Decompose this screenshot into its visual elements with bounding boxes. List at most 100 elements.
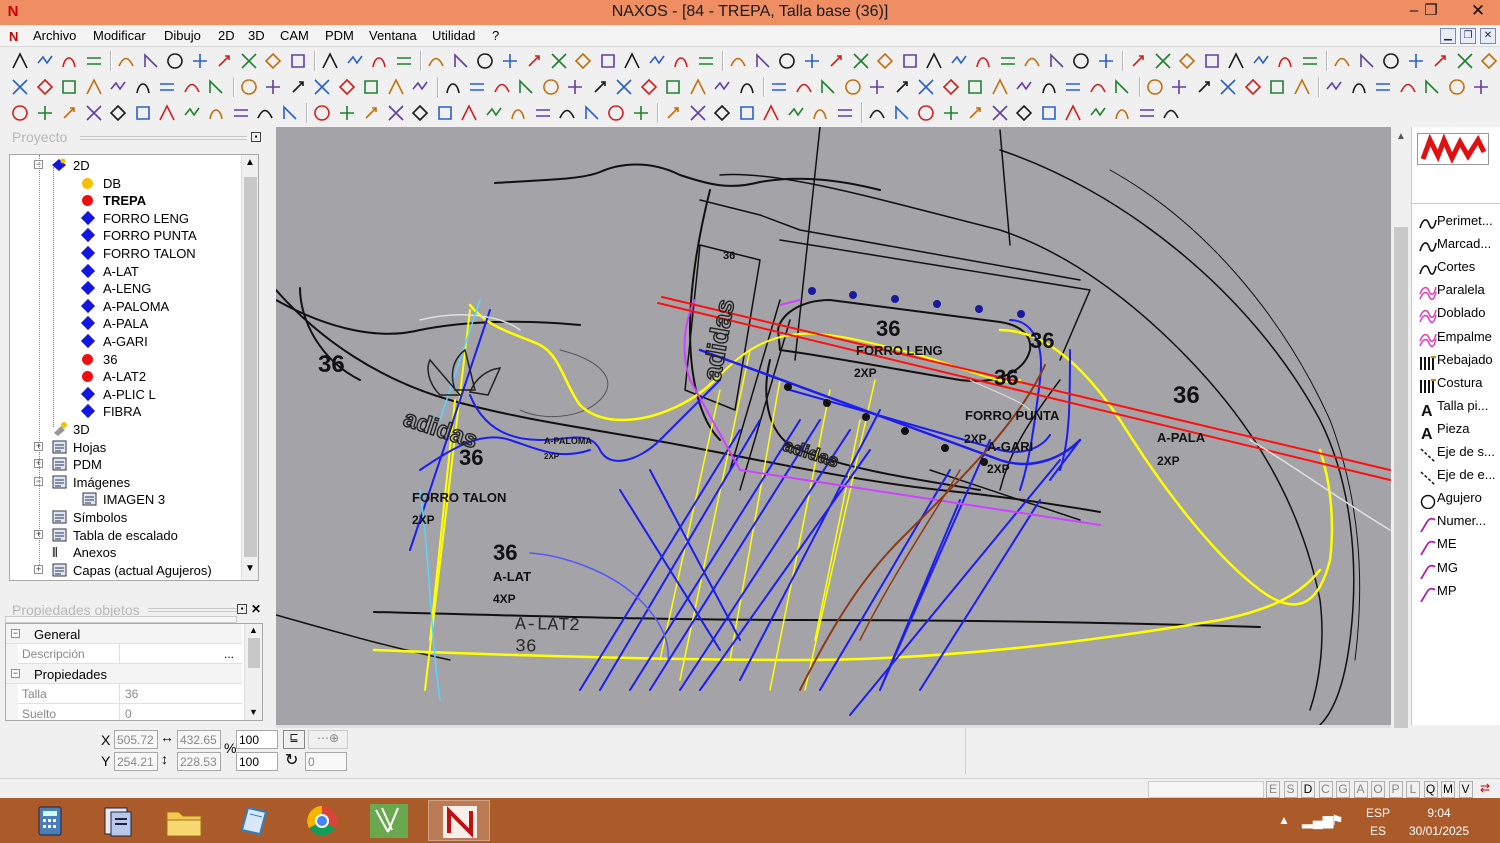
- toolbar-tool-icon[interactable]: [802, 51, 822, 71]
- toolbar-tool-icon[interactable]: [835, 103, 855, 123]
- y-coordinate-field[interactable]: 254.21: [114, 752, 158, 771]
- tool-talla-pi[interactable]: A Talla pi...: [1415, 395, 1500, 417]
- toolbar-tool-icon[interactable]: [769, 77, 789, 97]
- toolbar-tool-icon[interactable]: [508, 103, 528, 123]
- toolbar-tool-icon[interactable]: [369, 51, 389, 71]
- toolbar-tool-icon[interactable]: [973, 51, 993, 71]
- mdi-close-button[interactable]: ✕: [1480, 28, 1496, 44]
- tree-item[interactable]: A-GARI: [10, 333, 238, 350]
- menu-dibujo[interactable]: Dibujo: [164, 28, 201, 43]
- tree-item[interactable]: + Hojas: [10, 439, 238, 456]
- toolbar-tool-icon[interactable]: [990, 77, 1010, 97]
- toolbar-tool-icon[interactable]: [524, 51, 544, 71]
- input-language[interactable]: ESP: [1363, 806, 1393, 820]
- scroll-down-icon[interactable]: ▼: [249, 707, 258, 717]
- toolbar-tool-icon[interactable]: [916, 103, 936, 123]
- tree-item[interactable]: DB: [10, 175, 238, 192]
- tray-chevron-icon[interactable]: ▲: [1278, 813, 1290, 827]
- x-coordinate-field[interactable]: 505.72: [114, 730, 158, 749]
- toolbar-tool-icon[interactable]: [1275, 51, 1295, 71]
- menu-3d[interactable]: 3D: [248, 28, 265, 43]
- color-toggle-icon[interactable]: ⇄: [1474, 781, 1496, 798]
- mode-toggle-s[interactable]: S: [1283, 781, 1298, 798]
- toolbar-tool-icon[interactable]: [565, 77, 585, 97]
- toolbar-tool-icon[interactable]: [451, 51, 471, 71]
- toolbar-tool-icon[interactable]: [639, 77, 659, 97]
- toolbar-tool-icon[interactable]: [965, 103, 985, 123]
- toolbar-tool-icon[interactable]: [1292, 77, 1312, 97]
- toolbar-tool-icon[interactable]: [606, 103, 626, 123]
- toolbar-tool-icon[interactable]: [737, 77, 757, 97]
- menu-2d[interactable]: 2D: [218, 28, 235, 43]
- tree-item[interactable]: ⦀ Anexos: [10, 544, 238, 561]
- toolbar-tool-icon[interactable]: [133, 77, 153, 97]
- toolbar-tool-icon[interactable]: [157, 77, 177, 97]
- tool-mp[interactable]: MP: [1415, 580, 1500, 602]
- toolbar-tool-icon[interactable]: [475, 51, 495, 71]
- file-manager-app[interactable]: [87, 800, 149, 841]
- tree-item[interactable]: 3D: [10, 421, 238, 438]
- toolbar-tool-icon[interactable]: [688, 77, 708, 97]
- toolbar-tool-icon[interactable]: [1422, 77, 1442, 97]
- toolbar-tool-icon[interactable]: [1357, 51, 1377, 71]
- toolbar-tool-icon[interactable]: [941, 103, 961, 123]
- clock-time[interactable]: 9:04: [1406, 806, 1472, 820]
- toolbar-tool-icon[interactable]: [1039, 77, 1059, 97]
- toolbar-tool-icon[interactable]: [1137, 103, 1157, 123]
- toolbar-tool-icon[interactable]: [35, 77, 55, 97]
- ruler-icon[interactable]: ⊑: [283, 730, 305, 749]
- toolbar-tool-icon[interactable]: [794, 77, 814, 97]
- toolbar-tool-icon[interactable]: [1267, 77, 1287, 97]
- chrome-app[interactable]: [291, 800, 353, 841]
- toolbar-tool-icon[interactable]: [1153, 51, 1173, 71]
- expand-icon[interactable]: +: [34, 564, 43, 574]
- input-layout[interactable]: ES: [1363, 824, 1393, 838]
- panel-float-icon[interactable]: ▪: [237, 604, 247, 614]
- toolbar-tool-icon[interactable]: [1398, 77, 1418, 97]
- toolbar-tool-icon[interactable]: [867, 103, 887, 123]
- toolbar-tool-icon[interactable]: [157, 103, 177, 123]
- toolbar-tool-icon[interactable]: [386, 103, 406, 123]
- toolbar-tool-icon[interactable]: [843, 77, 863, 97]
- menu-archivo[interactable]: Archivo: [33, 28, 76, 43]
- toolbar-tool-icon[interactable]: [1455, 51, 1475, 71]
- toolbar-tool-icon[interactable]: [263, 51, 283, 71]
- menu-modificar[interactable]: Modificar: [93, 28, 146, 43]
- tool-eje-de-s[interactable]: Eje de s...: [1415, 441, 1500, 463]
- tree-item[interactable]: + PDM: [10, 456, 238, 473]
- toolbar-tool-icon[interactable]: [549, 51, 569, 71]
- toolbar-tool-icon[interactable]: [614, 77, 634, 97]
- toolbar-tool-icon[interactable]: [59, 77, 79, 97]
- mode-toggle-q[interactable]: Q: [1423, 781, 1438, 798]
- mode-toggle-c[interactable]: C: [1318, 781, 1333, 798]
- toolbar-tool-icon[interactable]: [663, 77, 683, 97]
- menu-pdm[interactable]: PDM: [325, 28, 354, 43]
- property-group[interactable]: − Propiedades: [6, 664, 242, 684]
- toolbar-tool-icon[interactable]: [108, 103, 128, 123]
- toolbar-tool-icon[interactable]: [1088, 77, 1108, 97]
- collapse-icon[interactable]: −: [11, 629, 20, 638]
- mdi-minimize-button[interactable]: ▁: [1440, 28, 1456, 44]
- toolbar-tool-icon[interactable]: [712, 77, 732, 97]
- toolbar-tool-icon[interactable]: [1014, 77, 1034, 97]
- toolbar-tool-icon[interactable]: [533, 103, 553, 123]
- toolbar-tool-icon[interactable]: [312, 77, 332, 97]
- toolbar-tool-icon[interactable]: [916, 77, 936, 97]
- toolbar-tool-icon[interactable]: [1014, 103, 1034, 123]
- toolbar-tool-icon[interactable]: [1406, 51, 1426, 71]
- toolbar-tool-icon[interactable]: [492, 77, 512, 97]
- scroll-up-icon[interactable]: ▲: [245, 157, 255, 168]
- toolbar-tool-icon[interactable]: [761, 103, 781, 123]
- tool-marcad[interactable]: Marcad...: [1415, 233, 1500, 255]
- toolbar-tool-icon[interactable]: [728, 51, 748, 71]
- toolbar-tool-icon[interactable]: [892, 77, 912, 97]
- toolbar-tool-icon[interactable]: [1300, 51, 1320, 71]
- tree-item[interactable]: A-LENG: [10, 280, 238, 297]
- toolbar-tool-icon[interactable]: [1194, 77, 1214, 97]
- toolbar-tool-icon[interactable]: [484, 103, 504, 123]
- toolbar-tool-icon[interactable]: [631, 103, 651, 123]
- mode-toggle-v[interactable]: V: [1458, 781, 1473, 798]
- signal-icon[interactable]: ▂▄▆: [1302, 812, 1333, 829]
- toolbar-tool-icon[interactable]: [573, 51, 593, 71]
- toolbar-tool-icon[interactable]: [459, 103, 479, 123]
